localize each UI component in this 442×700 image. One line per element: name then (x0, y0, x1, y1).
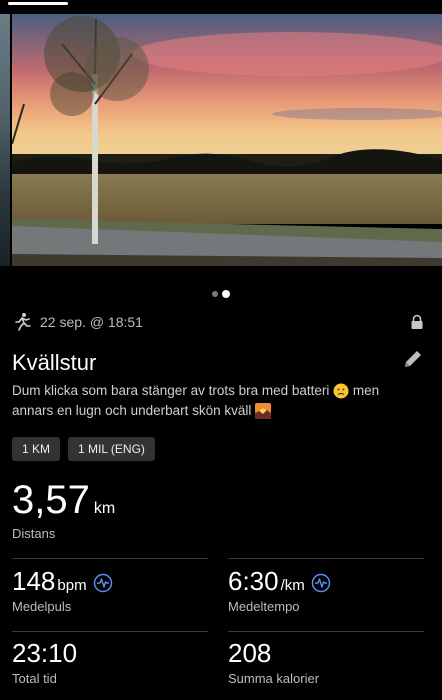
split-chip-mile[interactable]: 1 MIL (ENG) (68, 437, 155, 461)
divider (228, 631, 424, 632)
distance-label: Distans (12, 526, 56, 541)
confused-face-emoji (333, 383, 349, 399)
carousel-dot-2[interactable] (222, 289, 230, 298)
description-text: Dum klicka som bara stänger av trots bra… (12, 383, 330, 398)
activity-date: 22 sep. @ 18:51 (40, 314, 143, 330)
calories-value: 208 (228, 638, 272, 668)
divider (12, 631, 208, 632)
heart-rate-stat[interactable]: 148 bpm Medelpuls (12, 566, 113, 614)
lock-icon[interactable] (410, 314, 424, 330)
carousel-indicator (0, 285, 442, 303)
pace-chart-icon[interactable] (311, 573, 331, 593)
photo-carousel[interactable] (0, 14, 442, 266)
previous-photo[interactable] (0, 14, 10, 266)
activity-photo[interactable] (12, 14, 442, 266)
sunset-emoji (255, 403, 272, 420)
split-chip-km[interactable]: 1 KM (12, 437, 61, 461)
divider (228, 558, 424, 559)
heart-rate-unit: bpm (57, 577, 87, 594)
carousel-dot-1[interactable] (212, 290, 218, 297)
activity-meta: 22 sep. @ 18:51 (12, 312, 430, 332)
calories-stat: 208 Summa kalorier (228, 638, 319, 686)
pace-value: 6:30 (228, 566, 279, 596)
calories-label: Summa kalorier (228, 671, 320, 686)
status-bar (0, 0, 442, 14)
heart-rate-chart-icon[interactable] (93, 573, 113, 593)
distance-value: 3,57 km (12, 478, 115, 523)
distance-number: 3,57 (12, 478, 90, 522)
distance-unit: km (93, 500, 116, 517)
pace-label: Medeltempo (228, 599, 300, 614)
activity-title: Kvällstur (12, 350, 97, 375)
pace-unit: /km (280, 577, 305, 594)
heart-rate-label: Medelpuls (12, 599, 72, 614)
total-time-label: Total tid (12, 671, 57, 686)
edit-pencil-icon[interactable] (402, 348, 424, 370)
pace-stat[interactable]: 6:30/km Medeltempo (228, 566, 331, 614)
heart-rate-value: 148 (12, 566, 56, 596)
total-time-stat: 23:10 Total tid (12, 638, 77, 686)
total-time-value: 23:10 (12, 638, 78, 668)
running-icon (15, 313, 31, 331)
progress-indicator (8, 2, 68, 5)
divider (12, 558, 208, 559)
activity-description: Dum klicka som bara stänger av trots bra… (12, 381, 412, 421)
